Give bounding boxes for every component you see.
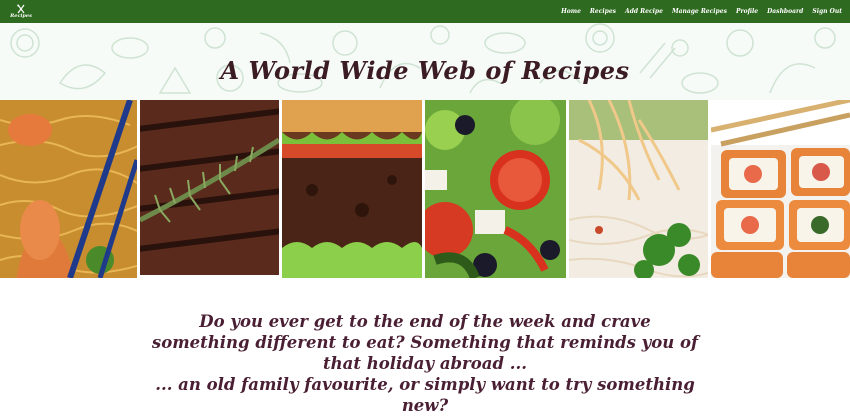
nav-recipes[interactable]: Recipes xyxy=(590,8,616,15)
burger-image xyxy=(282,100,422,278)
page-title: A World Wide Web of Recipes xyxy=(220,56,630,85)
nav-sign-out[interactable]: Sign Out xyxy=(812,8,842,15)
site-logo[interactable]: Recipes xyxy=(10,4,32,19)
nav-add-recipe[interactable]: Add Recipe xyxy=(625,8,663,15)
intro-text: Do you ever get to the end of the week a… xyxy=(150,311,700,416)
nav-dashboard[interactable]: Dashboard xyxy=(767,8,803,15)
navbar: Recipes Home Recipes Add Recipe Manage R… xyxy=(0,0,850,23)
nav-manage-recipes[interactable]: Manage Recipes xyxy=(672,8,727,15)
steak-rosemary-image xyxy=(140,100,279,278)
shrimp-noodles-image xyxy=(0,100,137,278)
greek-salad-image xyxy=(425,100,566,278)
food-gallery xyxy=(0,100,850,278)
logo-text: Recipes xyxy=(10,13,32,19)
intro-paragraph-2: ... an old family favourite, or simply w… xyxy=(155,375,695,415)
nav-profile[interactable]: Profile xyxy=(736,8,758,15)
pasta-parsley-image xyxy=(569,100,708,278)
intro-paragraph-1: Do you ever get to the end of the week a… xyxy=(151,312,699,373)
nav-home[interactable]: Home xyxy=(561,8,581,15)
sushi-rolls-image xyxy=(711,100,850,278)
hero-banner: A World Wide Web of Recipes xyxy=(0,23,850,100)
nav-links: Home Recipes Add Recipe Manage Recipes P… xyxy=(561,8,842,15)
